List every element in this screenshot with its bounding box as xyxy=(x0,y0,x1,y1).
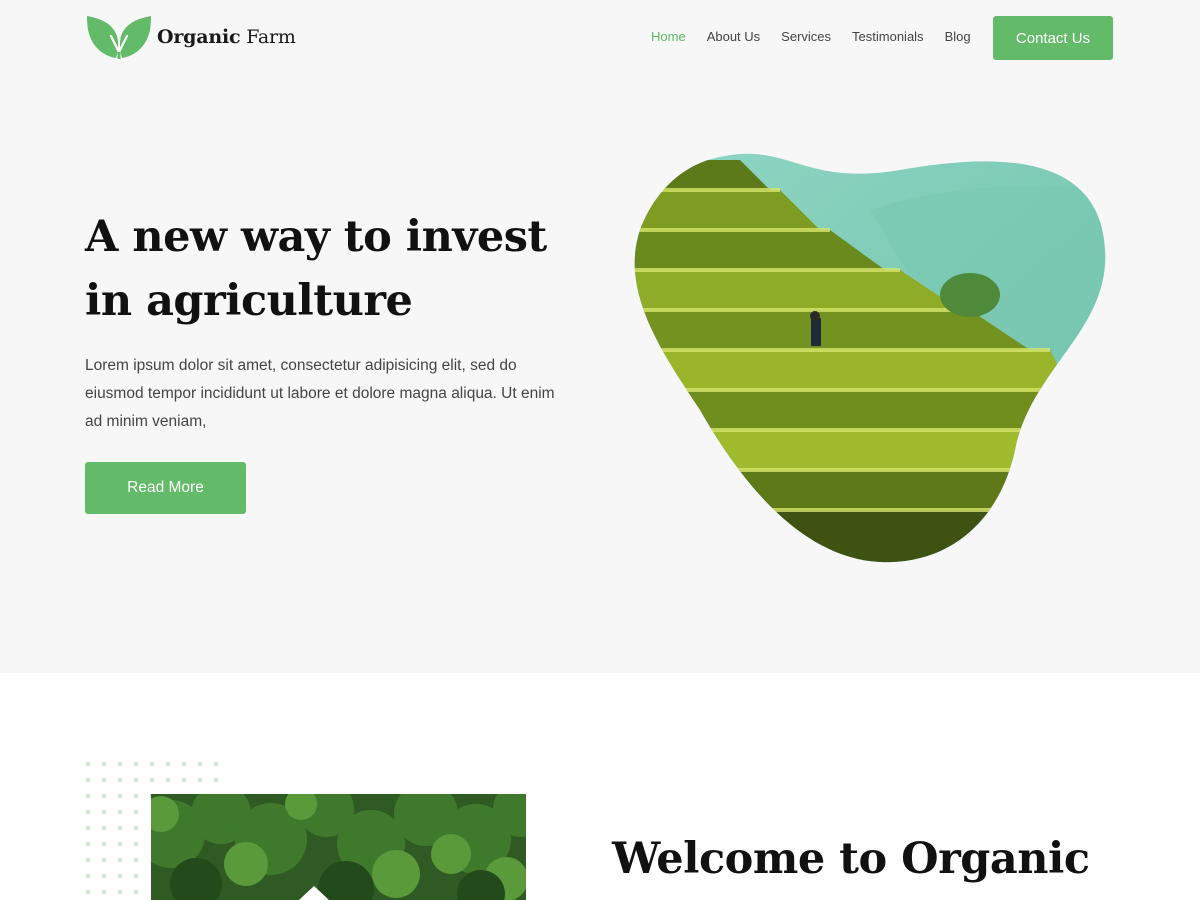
brand-logo[interactable]: Organic Farm xyxy=(86,14,296,60)
nav-home[interactable]: Home xyxy=(651,29,686,44)
main-nav: Home About Us Services Testimonials Blog xyxy=(651,29,992,44)
nav-blog[interactable]: Blog xyxy=(945,29,971,44)
rice-terraces-image xyxy=(634,153,1106,563)
contact-us-button[interactable]: Contact Us xyxy=(993,16,1113,60)
brand-name: Organic Farm xyxy=(157,26,296,48)
welcome-title: Welcome to Organic xyxy=(612,834,1090,884)
hero-title: A new way to invest in agriculture xyxy=(85,212,547,326)
nav-testimonials[interactable]: Testimonials xyxy=(852,29,924,44)
hero-description: Lorem ipsum dolor sit amet, consectetur … xyxy=(85,357,555,430)
nav-services[interactable]: Services xyxy=(781,29,831,44)
brand-name-bold: Organic xyxy=(157,26,241,48)
read-more-button[interactable]: Read More xyxy=(85,462,246,514)
brand-name-rest: Farm xyxy=(240,26,296,48)
leaf-logo-icon xyxy=(87,16,151,59)
nav-about-us[interactable]: About Us xyxy=(707,29,760,44)
hero-section: Organic Farm Home About Us Services Test… xyxy=(0,0,1200,673)
forest-image xyxy=(151,794,526,900)
